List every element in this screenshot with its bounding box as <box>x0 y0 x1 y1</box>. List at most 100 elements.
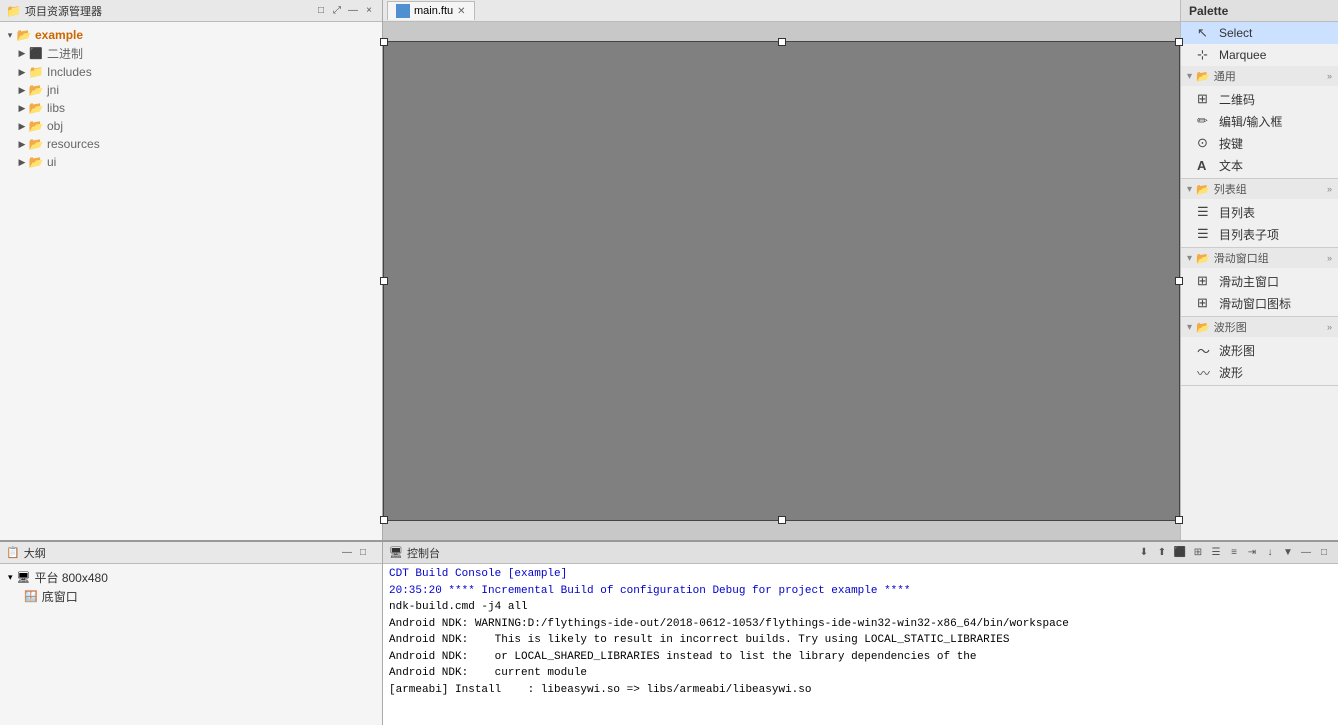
outline-title-icon: 📋 <box>6 546 20 559</box>
ui-label: ui <box>47 155 56 169</box>
palette-item-listsubitem[interactable]: ☰ 目列表子项 <box>1181 223 1338 245</box>
project-tree: ▾ 📂 example ▶ ⬛ 二进制 ▶ 📁 Includes ▶ <box>0 22 382 540</box>
handle-middle-left[interactable] <box>380 277 388 285</box>
palette-scrollgroup-header[interactable]: ▾ 📂 滑动窗口组 » <box>1181 248 1338 268</box>
outline-root-arrow: ▾ <box>8 572 13 583</box>
outline-minimize-btn[interactable]: — <box>340 545 354 559</box>
wave-expand-icon: » <box>1327 322 1332 332</box>
handle-bottom-center[interactable] <box>778 516 786 524</box>
listgroup-expand-icon: » <box>1327 184 1332 194</box>
console-btn-4[interactable]: ⊞ <box>1190 545 1206 561</box>
console-line-4: Android NDK: or LOCAL_SHARED_LIBRARIES i… <box>389 649 1332 666</box>
outline-root-item[interactable]: ▾ 🖥 平台 800x480 <box>4 568 378 587</box>
palette-general-header[interactable]: ▾ 📂 通用 » <box>1181 66 1338 86</box>
palette-marquee-item[interactable]: ⊹ Marquee <box>1181 44 1338 66</box>
palette-section-general: ▾ 📂 通用 » ⊞ 二维码 ✏ 编辑/输入框 ⊙ 按键 <box>1181 66 1338 179</box>
select-icon: ↖ <box>1197 25 1213 41</box>
tree-item-binary[interactable]: ▶ ⬛ 二进制 <box>0 44 382 63</box>
marquee-label: Marquee <box>1219 48 1266 62</box>
palette-select-item[interactable]: ↖ Select <box>1181 22 1338 44</box>
palette-wave-content: 〜 波形图 〰 波形 <box>1181 337 1338 385</box>
listgroup-arrow: ▾ <box>1187 184 1192 195</box>
button-icon: ⊙ <box>1197 135 1213 151</box>
palette-wave-header[interactable]: ▾ 📂 波形图 » <box>1181 317 1338 337</box>
console-btn-5[interactable]: ☰ <box>1208 545 1224 561</box>
general-section-label: 通用 <box>1214 68 1236 84</box>
tree-item-includes[interactable]: ▶ 📁 Includes <box>0 63 382 81</box>
libs-arrow: ▶ <box>16 103 28 114</box>
scrollgroup-section-icon: 📂 <box>1196 252 1210 265</box>
editor-tab-main[interactable]: main.ftu ✕ <box>387 1 475 20</box>
handle-bottom-left[interactable] <box>380 516 388 524</box>
button-label: 按键 <box>1219 135 1243 152</box>
console-dropdown-btn[interactable]: ▼ <box>1280 545 1296 561</box>
handle-top-center[interactable] <box>778 38 786 46</box>
project-explorer-panel: 📁 项目资源管理器 □ ⤢ — × ▾ 📂 example ▶ ⬛ 二 <box>0 0 383 540</box>
tree-item-ui[interactable]: ▶ 📂 ui <box>0 153 382 171</box>
palette-item-list[interactable]: ☰ 目列表 <box>1181 201 1338 223</box>
marquee-icon: ⊹ <box>1197 47 1213 63</box>
tree-item-libs[interactable]: ▶ 📂 libs <box>0 99 382 117</box>
libs-label: libs <box>47 101 65 115</box>
root-arrow: ▾ <box>4 30 16 41</box>
qr-icon: ⊞ <box>1197 91 1213 107</box>
palette-item-qr[interactable]: ⊞ 二维码 <box>1181 88 1338 110</box>
console-line-2: Android NDK: WARNING:D:/flythings-ide-ou… <box>389 616 1332 633</box>
obj-label: obj <box>47 119 63 133</box>
console-maximize-btn[interactable]: □ <box>1316 545 1332 561</box>
handle-top-right[interactable] <box>1175 38 1183 46</box>
outline-root-icon: 🖥 <box>17 571 31 584</box>
wave-arrow: ▾ <box>1187 322 1192 333</box>
console-btn-1[interactable]: ⬇ <box>1136 545 1152 561</box>
jni-label: jni <box>47 83 59 97</box>
outline-child-item[interactable]: 🪟 底窗口 <box>4 587 378 606</box>
palette-scrollgroup-content: ⊞ 滑动主窗口 ⊞ 滑动窗口图标 <box>1181 268 1338 316</box>
palette-item-button[interactable]: ⊙ 按键 <box>1181 132 1338 154</box>
console-btn-2[interactable]: ⬆ <box>1154 545 1170 561</box>
tab-close-btn[interactable]: ✕ <box>457 6 465 17</box>
palette-section-wave: ▾ 📂 波形图 » 〜 波形图 〰 波形 <box>1181 317 1338 386</box>
palette-listgroup-header[interactable]: ▾ 📂 列表组 » <box>1181 179 1338 199</box>
outline-maximize-btn[interactable]: □ <box>356 545 370 559</box>
general-arrow: ▾ <box>1187 71 1192 82</box>
palette-title: Palette <box>1189 4 1228 18</box>
handle-middle-right[interactable] <box>1175 277 1183 285</box>
tree-root-item[interactable]: ▾ 📂 example <box>0 26 382 44</box>
explorer-restore-btn[interactable]: ⤢ <box>330 4 344 18</box>
console-btn-3[interactable]: ⬛ <box>1172 545 1188 561</box>
tree-item-obj[interactable]: ▶ 📂 obj <box>0 117 382 135</box>
includes-icon: 📁 <box>28 65 44 79</box>
palette-general-content: ⊞ 二维码 ✏ 编辑/输入框 ⊙ 按键 A 文本 <box>1181 86 1338 178</box>
select-label: Select <box>1219 26 1252 40</box>
scrollwin-icon: ⊞ <box>1197 273 1213 289</box>
obj-arrow: ▶ <box>16 121 28 132</box>
explorer-collapse-btn[interactable]: — <box>346 4 360 18</box>
console-btn-8[interactable]: ↓ <box>1262 545 1278 561</box>
explorer-close-btn[interactable]: × <box>362 4 376 18</box>
canvas-area[interactable] <box>383 22 1180 540</box>
explorer-minimize-btn[interactable]: □ <box>314 4 328 18</box>
explorer-icon: 📁 <box>6 4 21 18</box>
tree-item-jni[interactable]: ▶ 📂 jni <box>0 81 382 99</box>
tree-item-resources[interactable]: ▶ 📂 resources <box>0 135 382 153</box>
includes-label: Includes <box>47 65 92 79</box>
wave1-label: 波形图 <box>1219 342 1255 359</box>
console-minimize-btn[interactable]: — <box>1298 545 1314 561</box>
handle-bottom-right[interactable] <box>1175 516 1183 524</box>
palette-item-editbox[interactable]: ✏ 编辑/输入框 <box>1181 110 1338 132</box>
obj-icon: 📂 <box>28 119 44 133</box>
console-btn-7[interactable]: ⇥ <box>1244 545 1260 561</box>
list-icon: ☰ <box>1197 204 1213 220</box>
console-btn-6[interactable]: ≡ <box>1226 545 1242 561</box>
explorer-controls: □ ⤢ — × <box>314 4 376 18</box>
handle-top-left[interactable] <box>380 38 388 46</box>
root-folder-icon: 📂 <box>16 28 32 42</box>
palette-item-scrollwin[interactable]: ⊞ 滑动主窗口 <box>1181 270 1338 292</box>
palette-item-wave1[interactable]: 〜 波形图 <box>1181 339 1338 361</box>
tab-file-icon <box>396 4 410 18</box>
palette-item-scrollicon[interactable]: ⊞ 滑动窗口图标 <box>1181 292 1338 314</box>
listgroup-section-icon: 📂 <box>1196 183 1210 196</box>
wave2-label: 波形 <box>1219 364 1243 381</box>
palette-item-text[interactable]: A 文本 <box>1181 154 1338 176</box>
palette-item-wave2[interactable]: 〰 波形 <box>1181 361 1338 383</box>
